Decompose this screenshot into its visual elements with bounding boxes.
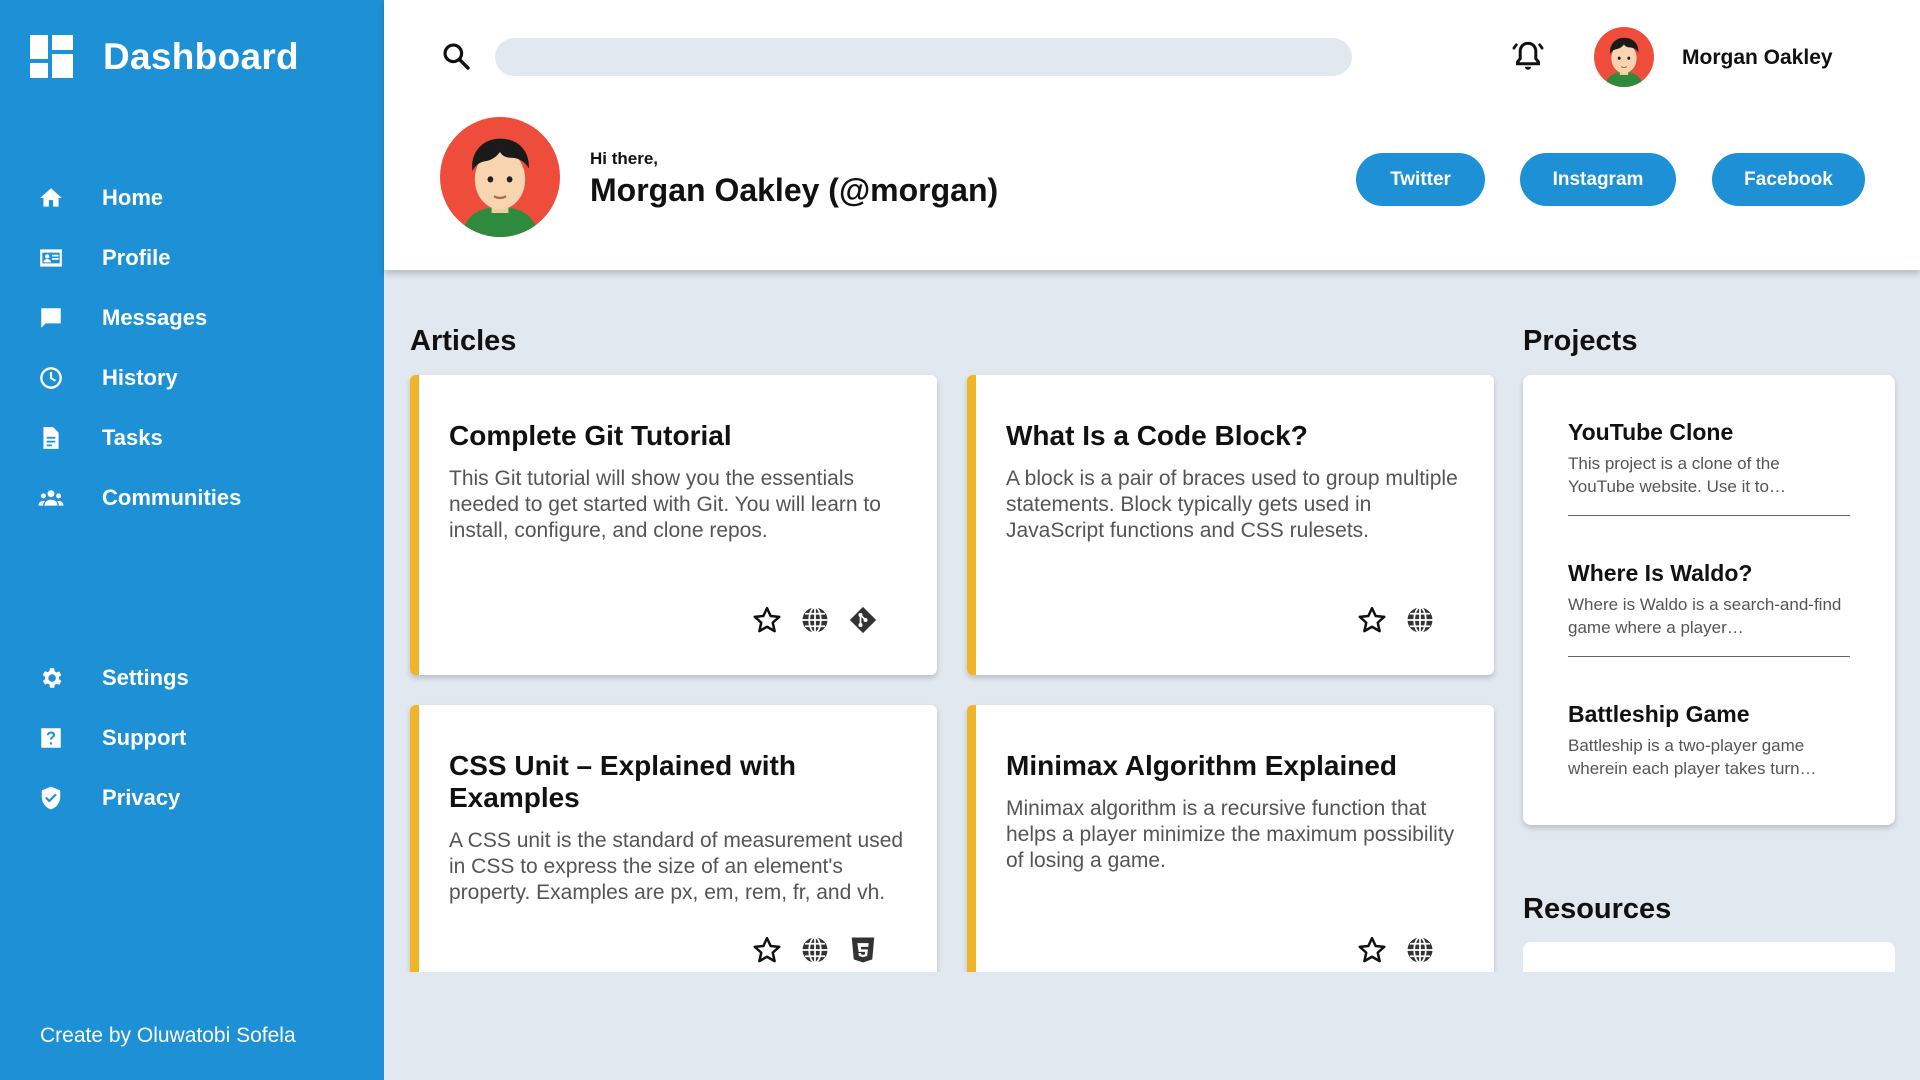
article-title: What Is a Code Block? bbox=[1006, 420, 1308, 451]
article-description: A CSS unit is the standard of measuremen… bbox=[449, 829, 904, 904]
projects-card: YouTube Clone This project is a clone of… bbox=[1523, 375, 1895, 825]
project-title: YouTube Clone bbox=[1568, 419, 1734, 445]
brand[interactable]: Dashboard bbox=[30, 35, 299, 78]
search-input[interactable] bbox=[495, 38, 1352, 76]
sidebar-item-label: Privacy bbox=[102, 785, 181, 810]
search-icon[interactable] bbox=[440, 40, 472, 72]
clock-icon bbox=[38, 365, 64, 391]
globe-icon[interactable] bbox=[1404, 934, 1436, 966]
globe-icon[interactable] bbox=[1404, 604, 1436, 636]
app-title: Dashboard bbox=[103, 35, 299, 77]
project-item[interactable]: Battleship Game Battleship is a two-play… bbox=[1568, 657, 1850, 798]
sidebar: Dashboard Home Profile Messages History … bbox=[0, 0, 384, 1080]
article-actions bbox=[735, 604, 879, 636]
articles-heading: Articles bbox=[410, 325, 517, 357]
article-description: This Git tutorial will show you the esse… bbox=[449, 467, 881, 542]
sidebar-item-support[interactable]: Support bbox=[0, 708, 384, 768]
project-item[interactable]: Where Is Waldo? Where is Waldo is a sear… bbox=[1568, 516, 1850, 657]
facebook-button[interactable]: Facebook bbox=[1712, 153, 1865, 206]
css3-icon[interactable] bbox=[847, 934, 879, 966]
chat-icon bbox=[38, 305, 64, 331]
git-icon[interactable] bbox=[847, 604, 879, 636]
article-title: Complete Git Tutorial bbox=[449, 420, 732, 451]
article-description: Minimax algorithm is a recursive functio… bbox=[1006, 797, 1455, 872]
avatar-image bbox=[1594, 27, 1654, 87]
sidebar-item-messages[interactable]: Messages bbox=[0, 288, 384, 348]
shield-icon bbox=[38, 785, 64, 811]
sidebar-item-tasks[interactable]: Tasks bbox=[0, 408, 384, 468]
article-card[interactable]: CSS Unit – Explained with Examples A CSS… bbox=[410, 705, 937, 972]
user-name[interactable]: Morgan Oakley bbox=[1682, 46, 1833, 70]
profile-avatar bbox=[440, 117, 560, 237]
sidebar-item-history[interactable]: History bbox=[0, 348, 384, 408]
project-description: Battleship is a two-player game wherein … bbox=[1568, 736, 1817, 778]
project-title: Where Is Waldo? bbox=[1568, 560, 1753, 586]
resources-heading: Resources bbox=[1523, 893, 1672, 925]
main-content: Articles Complete Git Tutorial This Git … bbox=[384, 270, 1920, 972]
credit-text: Create by Oluwatobi Sofela bbox=[40, 1024, 296, 1047]
sidebar-item-label: Tasks bbox=[102, 425, 163, 450]
star-icon[interactable] bbox=[751, 934, 783, 966]
article-actions bbox=[735, 934, 879, 966]
article-title: CSS Unit – Explained with Examples bbox=[449, 750, 796, 813]
article-title: Minimax Algorithm Explained bbox=[1006, 750, 1398, 781]
twitter-button[interactable]: Twitter bbox=[1356, 153, 1485, 206]
sidebar-item-label: Messages bbox=[102, 305, 208, 330]
avatar[interactable] bbox=[1594, 27, 1654, 87]
article-card[interactable]: Minimax Algorithm Explained Minimax algo… bbox=[967, 705, 1494, 972]
resources-card bbox=[1523, 942, 1895, 972]
bell-icon[interactable] bbox=[1510, 38, 1546, 74]
project-description: This project is a clone of the YouTube w… bbox=[1568, 454, 1786, 496]
sidebar-item-privacy[interactable]: Privacy bbox=[0, 768, 384, 828]
globe-icon[interactable] bbox=[799, 604, 831, 636]
home-icon bbox=[38, 185, 64, 211]
id-card-icon bbox=[38, 245, 64, 271]
sidebar-item-label: Support bbox=[102, 725, 187, 750]
people-icon bbox=[38, 485, 64, 511]
projects-heading: Projects bbox=[1523, 325, 1638, 357]
question-icon bbox=[38, 725, 64, 751]
article-actions bbox=[1340, 934, 1436, 966]
sidebar-item-communities[interactable]: Communities bbox=[0, 468, 384, 528]
dashboard-grid-icon bbox=[30, 35, 73, 78]
star-icon[interactable] bbox=[1356, 934, 1388, 966]
sidebar-item-label: History bbox=[102, 365, 178, 390]
star-icon[interactable] bbox=[1356, 604, 1388, 636]
project-title: Battleship Game bbox=[1568, 701, 1750, 727]
sidebar-item-settings[interactable]: Settings bbox=[0, 648, 384, 708]
profile-full-name: Morgan Oakley (@morgan) bbox=[590, 172, 999, 208]
article-card[interactable]: What Is a Code Block? A block is a pair … bbox=[967, 375, 1494, 675]
sidebar-item-label: Home bbox=[102, 185, 164, 210]
sidebar-bottom-nav: Settings Support Privacy bbox=[0, 648, 384, 828]
document-icon bbox=[38, 425, 64, 451]
sidebar-item-label: Profile bbox=[102, 245, 171, 270]
article-description: A block is a pair of braces used to grou… bbox=[1006, 467, 1458, 542]
greeting-text: Hi there, bbox=[590, 149, 659, 168]
sidebar-item-label: Communities bbox=[102, 485, 242, 510]
article-card[interactable]: Complete Git Tutorial This Git tutorial … bbox=[410, 375, 937, 675]
sidebar-nav: Home Profile Messages History Tasks Comm… bbox=[0, 168, 384, 528]
instagram-button[interactable]: Instagram bbox=[1520, 153, 1676, 206]
gear-icon bbox=[38, 665, 64, 691]
project-description: Where is Waldo is a search-and-find game… bbox=[1568, 595, 1842, 637]
sidebar-item-label: Settings bbox=[102, 665, 189, 690]
project-item[interactable]: YouTube Clone This project is a clone of… bbox=[1568, 375, 1850, 516]
globe-icon[interactable] bbox=[799, 934, 831, 966]
star-icon[interactable] bbox=[751, 604, 783, 636]
article-actions bbox=[1340, 604, 1436, 636]
sidebar-item-home[interactable]: Home bbox=[0, 168, 384, 228]
profile-avatar-image bbox=[440, 117, 560, 237]
sidebar-item-profile[interactable]: Profile bbox=[0, 228, 384, 288]
header: Morgan Oakley Hi there, Morgan Oakley (@… bbox=[384, 0, 1920, 270]
